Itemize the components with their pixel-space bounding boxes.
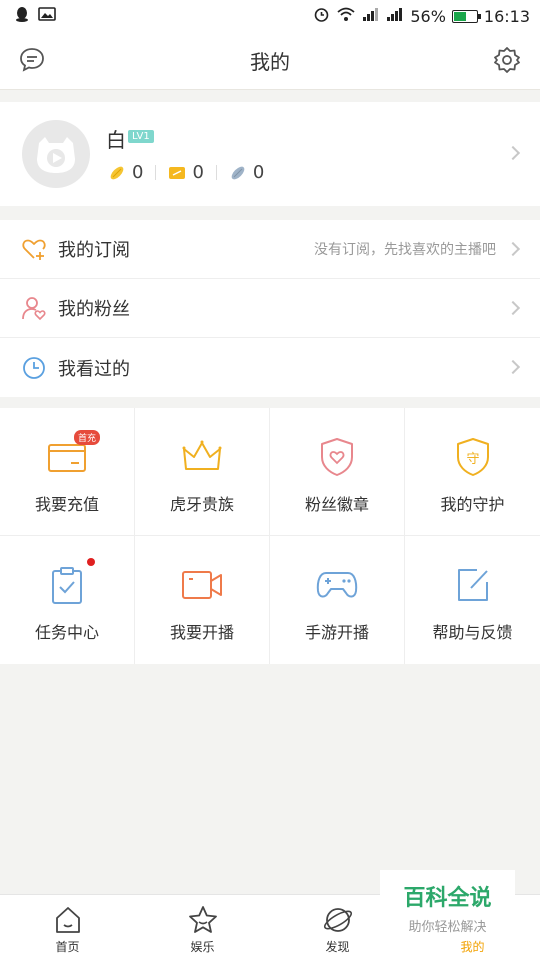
- star-icon: [187, 904, 219, 936]
- clock-icon: [20, 354, 48, 382]
- user-heart-icon: [20, 294, 48, 322]
- grid-item-go-live[interactable]: 我要开播: [135, 536, 270, 664]
- avatar[interactable]: [22, 120, 90, 188]
- wifi-icon: [336, 6, 356, 26]
- menu-item-hint: 没有订阅，先找喜欢的主播吧: [314, 242, 496, 258]
- page-title: 我的: [250, 50, 290, 74]
- watermark-overlay: 百科全说 助你轻松解决: [380, 870, 515, 935]
- menu-item-label: 我看过的: [58, 358, 130, 380]
- message-icon[interactable]: [17, 45, 47, 75]
- crown-icon: [180, 435, 224, 479]
- username: 白: [106, 128, 126, 152]
- grid-item-nobility[interactable]: 虎牙贵族: [135, 408, 270, 536]
- grid-item-label: 手游开播: [304, 623, 369, 642]
- menu-item-subscriptions[interactable]: 我的订阅 没有订阅，先找喜欢的主播吧: [0, 220, 540, 279]
- grid-item-label: 我的守护: [440, 494, 505, 514]
- silver-bean-balance: 0: [108, 162, 143, 183]
- tab-label: 发现: [325, 940, 350, 954]
- tab-home[interactable]: 首页: [0, 895, 135, 960]
- silver-balance: 0: [229, 162, 264, 183]
- gallery-notification-icon: [38, 6, 56, 26]
- divider: [215, 165, 217, 180]
- chevron-right-icon: [505, 241, 521, 257]
- profile-card[interactable]: 白 LV1 0 0 0: [0, 102, 540, 206]
- grid-item-fan-badge[interactable]: 粉丝徽章: [270, 408, 405, 536]
- grid-item-label: 帮助与反馈: [432, 623, 513, 642]
- grid-item-label: 我要充值: [34, 494, 99, 514]
- grid-item-recharge[interactable]: 首充 我要充值: [0, 408, 135, 536]
- clock-time: 16:13: [483, 6, 530, 26]
- battery-percent: 56%: [410, 6, 446, 26]
- notification-dot: [87, 558, 95, 566]
- ticket-balance: 0: [168, 162, 204, 183]
- tab-entertainment[interactable]: 娱乐: [135, 895, 270, 960]
- video-camera-icon: [180, 563, 224, 607]
- grid-item-label: 虎牙贵族: [169, 494, 234, 514]
- grid-item-help-feedback[interactable]: 帮助与反馈: [405, 536, 540, 664]
- menu-item-fans[interactable]: 我的粉丝: [0, 279, 540, 338]
- signal-icon: [362, 6, 380, 26]
- grid-item-label: 粉丝徽章: [304, 494, 369, 514]
- page-header: 我的: [0, 32, 540, 90]
- asset-value: 0: [132, 162, 144, 183]
- battery-icon: [451, 9, 481, 23]
- clipboard-icon: [45, 563, 89, 607]
- menu-item-label: 我的粉丝: [58, 299, 130, 320]
- shield-heart-icon: [315, 435, 359, 479]
- feature-grid: 首充 我要充值 虎牙贵族 粉丝徽章 守 我的守护 任务中心 我要开播 手游开播 …: [0, 408, 540, 664]
- grid-item-mobile-game-live[interactable]: 手游开播: [270, 536, 405, 664]
- asset-value: 0: [252, 162, 265, 183]
- tab-label: 我的: [460, 940, 485, 954]
- gamepad-icon: [315, 563, 359, 607]
- level-badge: LV1: [128, 130, 154, 143]
- menu-list: 我的订阅 没有订阅，先找喜欢的主播吧 我的粉丝 我看过的: [0, 220, 540, 397]
- tab-label: 首页: [55, 940, 80, 954]
- asset-value: 0: [192, 162, 204, 183]
- menu-item-label: 我的订阅: [58, 240, 130, 261]
- grid-item-label: 我要开播: [169, 623, 234, 642]
- ticket-icon: [169, 166, 186, 179]
- signal-icon-2: [386, 6, 404, 26]
- home-icon: [52, 904, 84, 936]
- grid-item-guard[interactable]: 守 我的守护: [405, 408, 540, 536]
- chevron-right-icon: [505, 145, 521, 161]
- asset-row: 0 0 0: [108, 162, 264, 183]
- edit-icon: [451, 563, 495, 607]
- gear-icon[interactable]: [492, 45, 522, 75]
- tab-label: 娱乐: [190, 940, 215, 954]
- guard-shield-icon: 守: [451, 435, 495, 479]
- first-recharge-badge: 首充: [74, 430, 101, 445]
- menu-item-history[interactable]: 我看过的: [0, 338, 540, 397]
- divider: [155, 165, 157, 180]
- grid-item-tasks[interactable]: 任务中心: [0, 536, 135, 664]
- guard-glyph: 守: [466, 452, 479, 467]
- qq-notification-icon: [14, 6, 30, 26]
- watermark-subtitle: 助你轻松解决: [408, 920, 487, 935]
- status-bar: 56% 16:13: [0, 0, 540, 32]
- chevron-right-icon: [505, 300, 521, 316]
- heart-plus-icon: [20, 235, 48, 263]
- silver-bean-icon: [231, 166, 245, 179]
- watermark-title: 百科全说: [403, 886, 492, 911]
- grid-item-label: 任务中心: [34, 623, 99, 642]
- planet-icon: [322, 904, 354, 936]
- chevron-right-icon: [505, 359, 521, 375]
- alarm-icon: [313, 6, 330, 27]
- gold-bean-icon: [110, 166, 124, 179]
